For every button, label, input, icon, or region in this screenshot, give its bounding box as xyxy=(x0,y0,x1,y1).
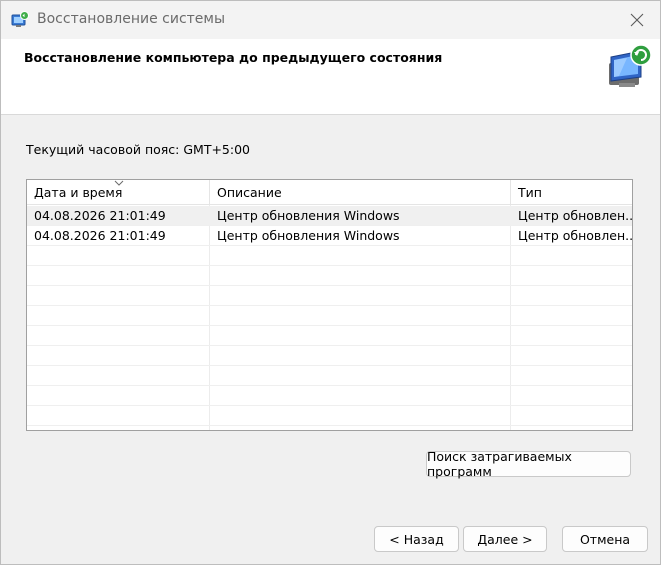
system-restore-icon xyxy=(11,11,29,27)
empty-row xyxy=(27,286,632,306)
empty-row xyxy=(27,266,632,286)
table-row[interactable]: 04.08.2026 21:01:49 Центр обновления Win… xyxy=(27,206,632,226)
row-description: Центр обновления Windows xyxy=(217,228,400,243)
table-header: Дата и время Описание Тип xyxy=(27,180,632,205)
empty-row xyxy=(27,346,632,366)
row-type: Центр обновлен... xyxy=(518,228,632,243)
scan-affected-programs-button[interactable]: Поиск затрагиваемых программ xyxy=(426,449,631,479)
row-datetime: 04.08.2026 21:01:49 xyxy=(34,228,166,243)
close-icon xyxy=(630,13,644,27)
empty-row xyxy=(27,246,632,266)
computer-restore-icon xyxy=(609,44,652,87)
window-title: Восстановление системы xyxy=(37,11,226,27)
column-header-label: Дата и время xyxy=(34,185,123,200)
empty-row xyxy=(27,326,632,346)
close-button[interactable] xyxy=(614,1,660,39)
column-header-label: Описание xyxy=(217,185,282,200)
row-type: Центр обновлен... xyxy=(518,208,632,223)
column-header-description[interactable]: Описание xyxy=(210,180,511,205)
wizard-header: Восстановление компьютера до предыдущего… xyxy=(1,39,660,115)
empty-row xyxy=(27,406,632,426)
table-row[interactable]: 04.08.2026 21:01:49 Центр обновления Win… xyxy=(27,226,632,246)
system-restore-window: Восстановление системы Восстановление ко… xyxy=(0,0,661,565)
empty-row xyxy=(27,306,632,326)
column-header-type[interactable]: Тип xyxy=(511,180,632,205)
page-title: Восстановление компьютера до предыдущего… xyxy=(24,50,443,65)
cancel-button[interactable]: Отмена xyxy=(562,526,648,552)
footer-divider xyxy=(1,506,660,507)
column-header-datetime[interactable]: Дата и время xyxy=(27,180,210,205)
timezone-label: Текущий часовой пояс: GMT+5:00 xyxy=(26,142,250,157)
row-description: Центр обновления Windows xyxy=(217,208,400,223)
next-button[interactable]: Далее > xyxy=(463,526,547,552)
empty-row xyxy=(27,366,632,386)
empty-row xyxy=(27,386,632,406)
column-header-label: Тип xyxy=(518,185,542,200)
title-bar: Восстановление системы xyxy=(1,1,660,39)
row-datetime: 04.08.2026 21:01:49 xyxy=(34,208,166,223)
back-button[interactable]: < Назад xyxy=(374,526,459,552)
chevron-down-icon xyxy=(114,180,124,186)
restore-points-table[interactable]: Дата и время Описание Тип 04.08.2026 21:… xyxy=(26,179,633,431)
